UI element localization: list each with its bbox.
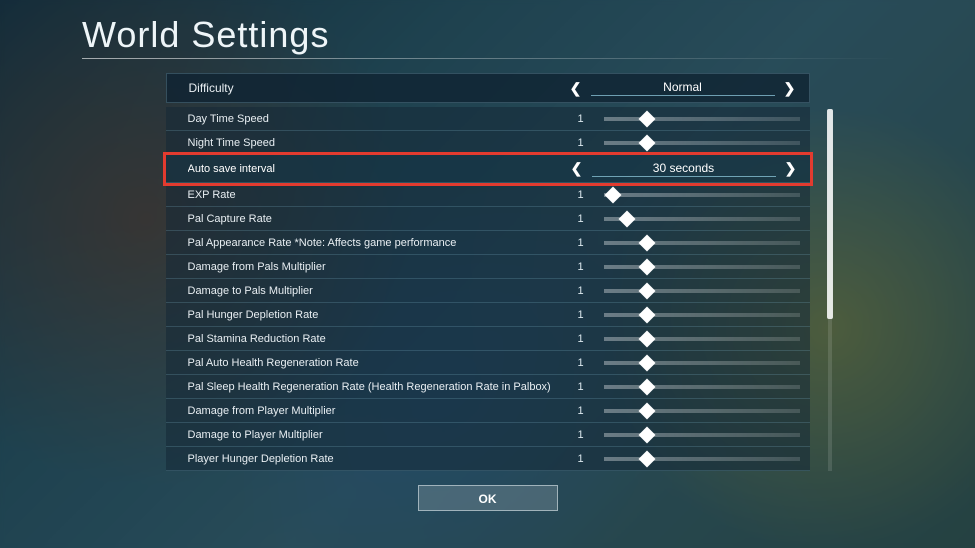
setting-label: Pal Capture Rate bbox=[188, 213, 568, 225]
scrollbar[interactable] bbox=[828, 109, 832, 471]
setting-value: 1 bbox=[568, 405, 594, 417]
slider-thumb[interactable] bbox=[638, 330, 655, 347]
setting-value: 1 bbox=[568, 333, 594, 345]
setting-slider[interactable] bbox=[604, 433, 800, 437]
setting-value: 1 bbox=[568, 453, 594, 465]
setting-label: Damage from Pals Multiplier bbox=[188, 261, 568, 273]
setting-row: Damage to Player Multiplier1 bbox=[166, 423, 810, 447]
setting-value: 1 bbox=[568, 213, 594, 225]
setting-row: Pal Stamina Reduction Rate1 bbox=[166, 327, 810, 351]
setting-row: Night Time Speed1 bbox=[166, 131, 810, 155]
setting-slider[interactable] bbox=[604, 193, 800, 197]
setting-slider[interactable] bbox=[604, 457, 800, 461]
setting-value: 1 bbox=[568, 113, 594, 125]
setting-value: 1 bbox=[568, 189, 594, 201]
setting-label: Pal Appearance Rate *Note: Affects game … bbox=[188, 237, 568, 249]
slider-thumb[interactable] bbox=[638, 450, 655, 467]
row-auto-save-interval: Auto save interval❮ 30 seconds ❯ bbox=[166, 155, 810, 183]
setting-slider[interactable] bbox=[604, 337, 800, 341]
difficulty-label: Difficulty bbox=[189, 81, 567, 95]
setting-slider[interactable] bbox=[604, 289, 800, 293]
slider-thumb[interactable] bbox=[638, 426, 655, 443]
setting-label: EXP Rate bbox=[188, 189, 568, 201]
setting-slider[interactable] bbox=[604, 241, 800, 245]
settings-panel: Difficulty ❮ Normal ❯ Day Time Speed1Nig… bbox=[166, 73, 810, 471]
setting-row: Damage to Pals Multiplier1 bbox=[166, 279, 810, 303]
slider-thumb[interactable] bbox=[638, 378, 655, 395]
setting-label: Player Hunger Depletion Rate bbox=[188, 453, 568, 465]
autosave-selector[interactable]: ❮ 30 seconds ❯ bbox=[568, 160, 800, 177]
setting-row: Pal Auto Health Regeneration Rate1 bbox=[166, 351, 810, 375]
setting-value: 1 bbox=[568, 137, 594, 149]
setting-label: Damage to Pals Multiplier bbox=[188, 285, 568, 297]
setting-row: Player Hunger Depletion Rate1 bbox=[166, 447, 810, 471]
setting-row: Pal Hunger Depletion Rate1 bbox=[166, 303, 810, 327]
setting-slider[interactable] bbox=[604, 217, 800, 221]
setting-slider[interactable] bbox=[604, 385, 800, 389]
setting-slider[interactable] bbox=[604, 141, 800, 145]
chevron-right-icon[interactable]: ❯ bbox=[781, 80, 799, 97]
setting-label: Pal Sleep Health Regeneration Rate (Heal… bbox=[188, 381, 568, 393]
setting-row: Damage from Pals Multiplier1 bbox=[166, 255, 810, 279]
chevron-right-icon[interactable]: ❯ bbox=[782, 160, 800, 177]
slider-thumb[interactable] bbox=[638, 402, 655, 419]
slider-thumb[interactable] bbox=[638, 258, 655, 275]
setting-slider[interactable] bbox=[604, 313, 800, 317]
setting-value: 1 bbox=[568, 261, 594, 273]
setting-slider[interactable] bbox=[604, 361, 800, 365]
setting-slider[interactable] bbox=[604, 409, 800, 413]
slider-thumb[interactable] bbox=[638, 234, 655, 251]
setting-value: 1 bbox=[568, 429, 594, 441]
setting-label: Damage from Player Multiplier bbox=[188, 405, 568, 417]
setting-slider[interactable] bbox=[604, 117, 800, 121]
setting-slider[interactable] bbox=[604, 265, 800, 269]
setting-row: Day Time Speed1 bbox=[166, 107, 810, 131]
setting-row: EXP Rate1 bbox=[166, 183, 810, 207]
difficulty-value: Normal bbox=[591, 80, 775, 96]
autosave-value: 30 seconds bbox=[592, 161, 776, 177]
setting-label: Pal Stamina Reduction Rate bbox=[188, 333, 568, 345]
slider-thumb[interactable] bbox=[638, 306, 655, 323]
slider-thumb[interactable] bbox=[638, 282, 655, 299]
setting-row: Pal Sleep Health Regeneration Rate (Heal… bbox=[166, 375, 810, 399]
setting-row: Damage from Player Multiplier1 bbox=[166, 399, 810, 423]
ok-button[interactable]: OK bbox=[418, 485, 558, 511]
row-difficulty: Difficulty ❮ Normal ❯ bbox=[166, 73, 810, 103]
chevron-left-icon[interactable]: ❮ bbox=[567, 80, 585, 97]
setting-label: Pal Auto Health Regeneration Rate bbox=[188, 357, 568, 369]
setting-value: 1 bbox=[568, 285, 594, 297]
setting-label: Day Time Speed bbox=[188, 113, 568, 125]
setting-value: 1 bbox=[568, 237, 594, 249]
setting-value: 1 bbox=[568, 309, 594, 321]
slider-thumb[interactable] bbox=[605, 186, 622, 203]
setting-row: Pal Capture Rate1 bbox=[166, 207, 810, 231]
setting-value: 1 bbox=[568, 357, 594, 369]
setting-label: Damage to Player Multiplier bbox=[188, 429, 568, 441]
setting-row: Pal Appearance Rate *Note: Affects game … bbox=[166, 231, 810, 255]
slider-thumb[interactable] bbox=[619, 210, 636, 227]
slider-thumb[interactable] bbox=[638, 134, 655, 151]
setting-label: Pal Hunger Depletion Rate bbox=[188, 309, 568, 321]
difficulty-selector[interactable]: ❮ Normal ❯ bbox=[567, 80, 799, 97]
chevron-left-icon[interactable]: ❮ bbox=[568, 160, 586, 177]
page-title: World Settings bbox=[0, 0, 975, 65]
slider-thumb[interactable] bbox=[638, 354, 655, 371]
slider-thumb[interactable] bbox=[638, 110, 655, 127]
autosave-label: Auto save interval bbox=[188, 163, 568, 175]
setting-label: Night Time Speed bbox=[188, 137, 568, 149]
setting-value: 1 bbox=[568, 381, 594, 393]
scrollbar-thumb[interactable] bbox=[827, 109, 833, 319]
